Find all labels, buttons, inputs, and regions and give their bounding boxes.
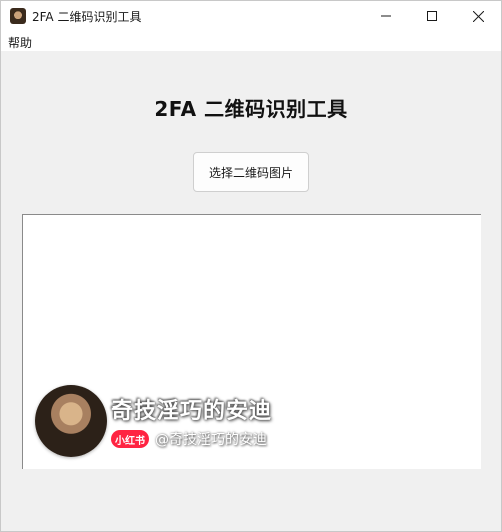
maximize-icon <box>427 11 437 21</box>
title-bar[interactable]: 2FA 二维码识别工具 <box>1 1 501 31</box>
menu-help[interactable]: 帮助 <box>8 34 32 51</box>
window-title: 2FA 二维码识别工具 <box>32 10 142 24</box>
app-icon <box>10 8 26 24</box>
watermark-name: 奇技淫巧的安迪 <box>111 399 273 424</box>
avatar <box>35 385 107 457</box>
minimize-icon <box>381 15 391 17</box>
minimize-button[interactable] <box>363 1 409 31</box>
select-qr-image-button[interactable]: 选择二维码图片 <box>193 152 309 192</box>
app-window: 2FA 二维码识别工具 帮助 2FA 二维码识别工具 选择二维码图片 奇技淫巧的… <box>0 0 502 532</box>
xiaohongshu-badge: 小红书 <box>111 430 149 448</box>
close-button[interactable] <box>455 1 501 31</box>
close-icon <box>472 10 484 22</box>
maximize-button[interactable] <box>409 1 455 31</box>
image-preview-area: 奇技淫巧的安迪 小红书 @奇技淫巧的安迪 <box>22 214 481 469</box>
page-title: 2FA 二维码识别工具 <box>154 97 348 121</box>
watermark-handle: @奇技淫巧的安迪 <box>155 432 267 448</box>
menu-bar: 帮助 <box>1 31 501 51</box>
